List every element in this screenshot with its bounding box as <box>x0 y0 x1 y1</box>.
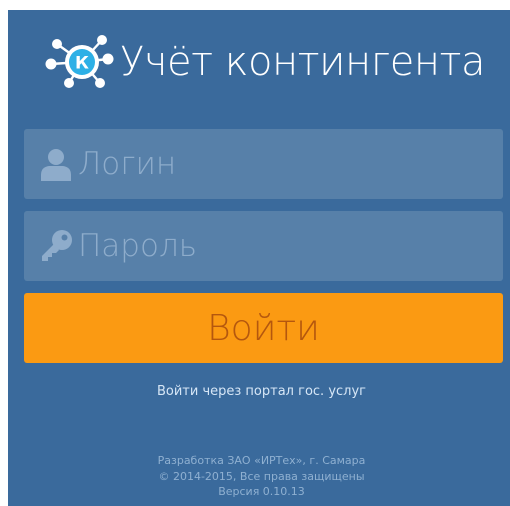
footer-copyright: © 2014-2015, Все права защищены <box>158 469 365 483</box>
footer-version: Версия 0.10.13 <box>218 485 305 498</box>
footer: Разработка ЗАО «ИРТех», г. Самара © 2014… <box>8 453 510 500</box>
password-input[interactable] <box>74 211 503 281</box>
footer-developer-prefix: Разработка ЗАО <box>157 454 255 467</box>
login-panel: К Учёт контингента Войти Войти через пор… <box>8 10 510 506</box>
key-icon <box>38 228 74 264</box>
app-header: К Учёт контингента <box>42 32 486 92</box>
login-input[interactable] <box>74 129 503 199</box>
user-icon <box>38 146 74 182</box>
footer-city: , г. Самара <box>302 454 366 467</box>
login-button[interactable]: Войти <box>24 293 503 363</box>
logo-letter: К <box>75 54 89 74</box>
footer-developer: Разработка ЗАО «ИРТех», г. Самара <box>8 453 510 469</box>
footer-company: «ИРТех» <box>254 454 303 467</box>
logo-icon: К <box>45 35 114 88</box>
login-field[interactable] <box>24 129 503 199</box>
password-field[interactable] <box>24 211 503 281</box>
app-title: Учёт контингента <box>120 39 486 85</box>
gov-portal-link[interactable]: Войти через портал гос. услуг <box>8 384 510 399</box>
